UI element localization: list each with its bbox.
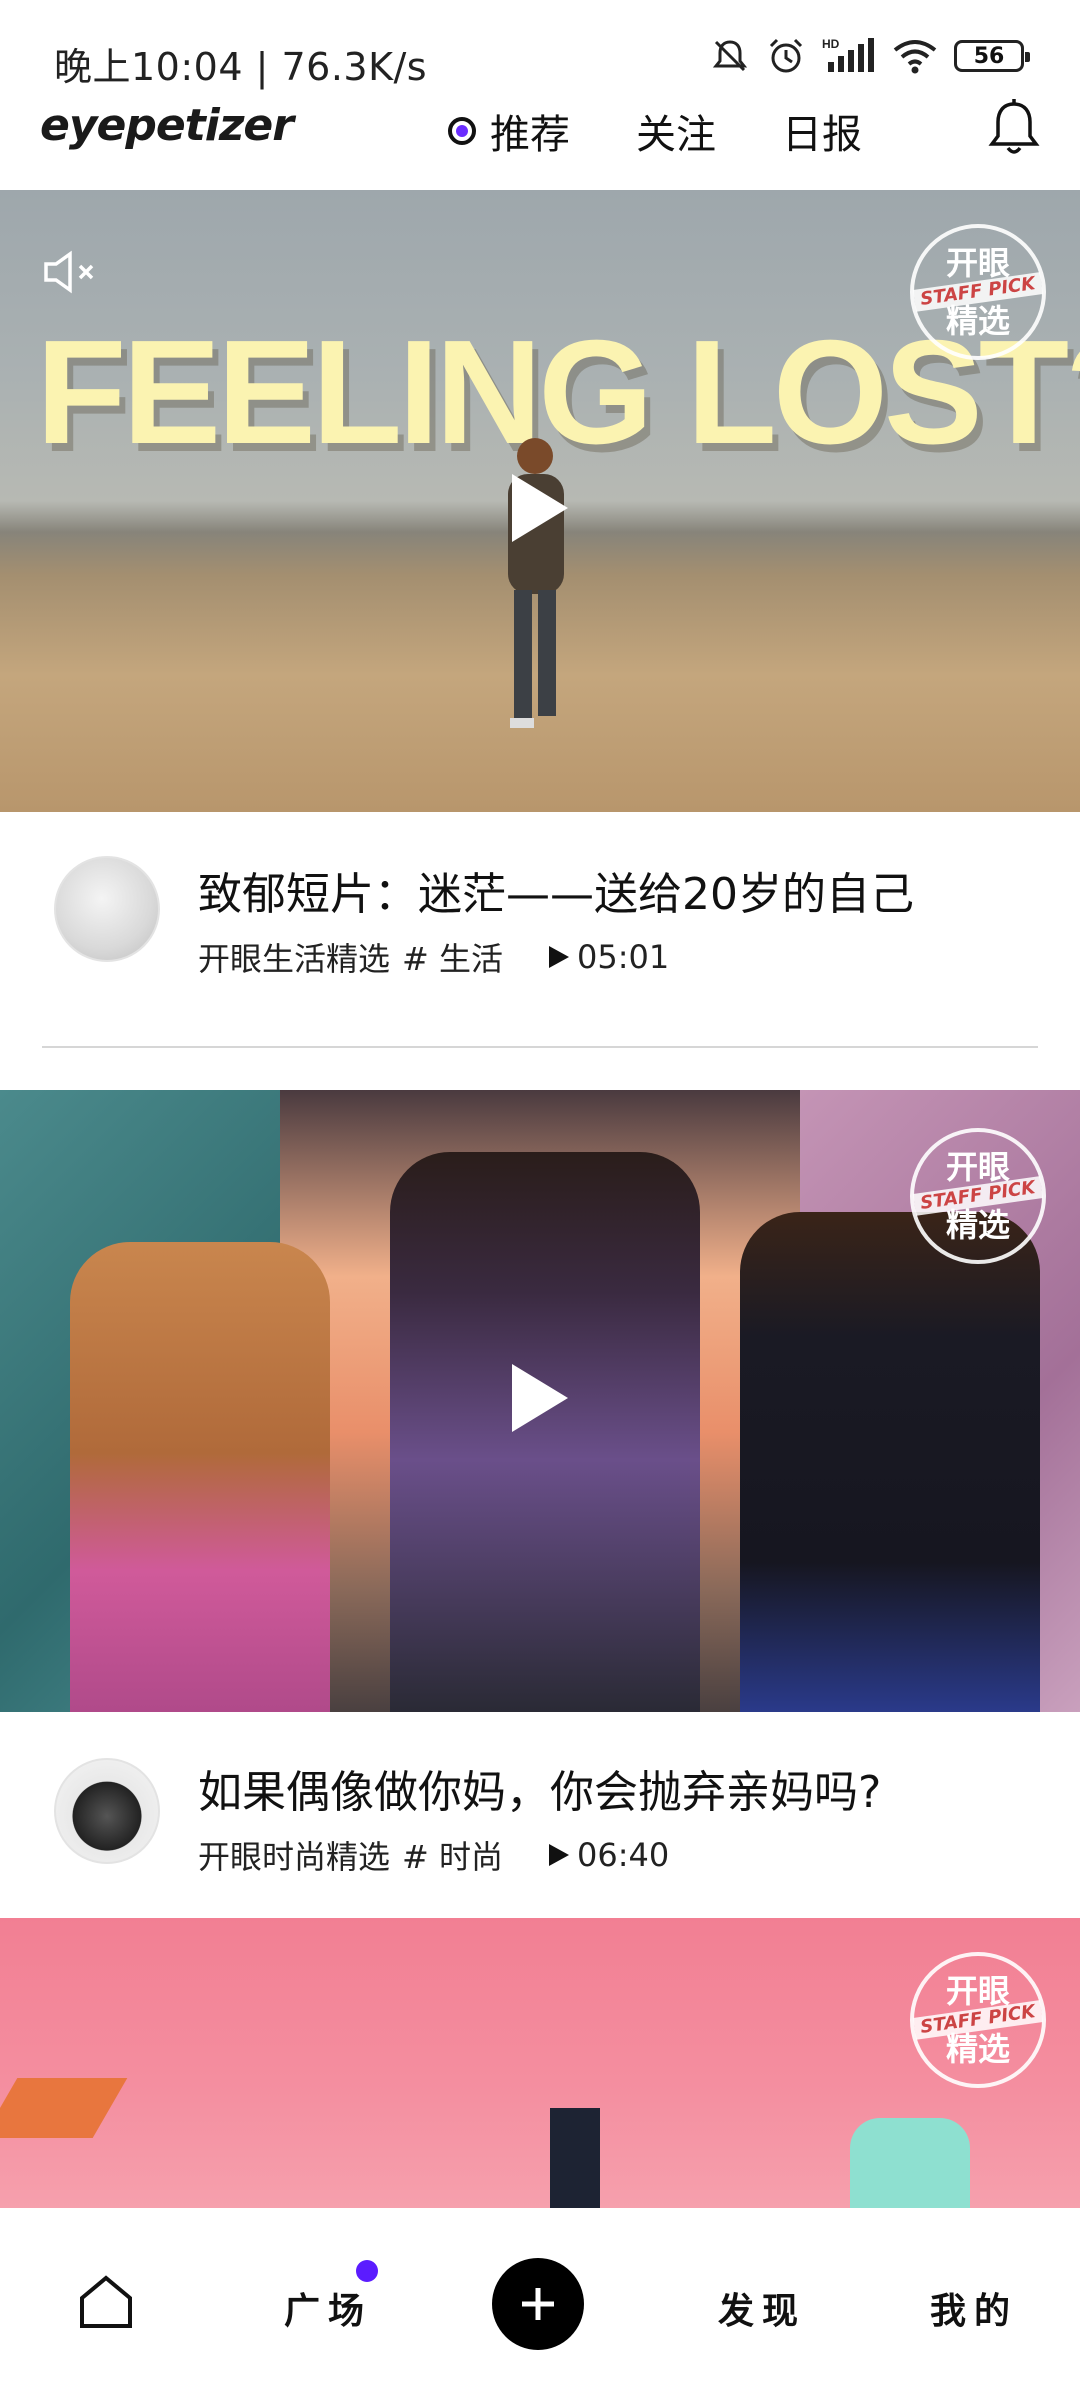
channel-avatar[interactable]	[54, 1758, 160, 1864]
category-tag[interactable]: # 生活	[402, 934, 503, 980]
battery-icon: 56	[954, 40, 1030, 72]
staff-pick-badge: 开眼 STAFF PICK 精选	[910, 224, 1046, 360]
battery-level: 56	[973, 43, 1005, 69]
tab-square[interactable]: 广场	[284, 2282, 372, 2334]
badge-line1: 开眼	[945, 1972, 1010, 2010]
channel-name[interactable]: 开眼生活精选	[198, 934, 390, 980]
status-bar: 晚上10:04 | 76.3K/s HD 56	[0, 0, 1080, 96]
video-meta: 开眼时尚精选 # 时尚 06:40	[198, 1832, 669, 1878]
bottom-tab-bar: 广场 发现 我的	[0, 2208, 1080, 2400]
plus-icon[interactable]	[492, 2258, 584, 2350]
staff-pick-badge: 开眼 STAFF PICK 精选	[910, 1128, 1046, 1264]
badge-line3: 精选	[945, 302, 1010, 340]
person-right-figure	[740, 1212, 1040, 1712]
status-icons: HD 56	[710, 36, 1030, 76]
channel-avatar[interactable]	[54, 856, 160, 962]
notification-dot	[356, 2260, 378, 2282]
badge-line1: 开眼	[945, 244, 1010, 282]
divider	[42, 1046, 1038, 1048]
decorative-shape	[850, 2118, 970, 2208]
tab-recommend[interactable]: 推荐	[448, 102, 570, 160]
active-tab-indicator-icon	[448, 117, 476, 145]
play-icon[interactable]	[508, 1360, 572, 1436]
badge-line1: 开眼	[945, 1148, 1010, 1186]
plus-glyph-icon	[522, 2288, 554, 2320]
play-small-icon	[549, 946, 570, 968]
category-tag[interactable]: # 时尚	[402, 1832, 503, 1878]
bell-icon[interactable]	[984, 96, 1044, 160]
decorative-shape	[550, 2108, 600, 2208]
play-small-icon	[549, 1844, 570, 1866]
wifi-icon	[893, 40, 937, 74]
duration-text: 06:40	[577, 1836, 670, 1874]
tab-daily-label: 日报	[782, 112, 862, 158]
badge-line3: 精选	[945, 2030, 1010, 2068]
app-logo: eyepetizer	[40, 100, 294, 151]
channel-name[interactable]: 开眼时尚精选	[198, 1832, 390, 1878]
tab-follow-label: 关注	[636, 112, 716, 158]
mute-icon[interactable]	[42, 250, 100, 294]
play-icon[interactable]	[508, 470, 572, 546]
video-card-1[interactable]: 致郁短片：迷茫——送给20岁的自己 开眼生活精选 # 生活 05:01	[0, 812, 1080, 1002]
staff-pick-badge: 开眼 STAFF PICK 精选	[910, 1952, 1046, 2088]
tab-follow[interactable]: 关注	[636, 102, 716, 160]
decorative-shape	[0, 2078, 128, 2138]
video-title[interactable]: 如果偶像做你妈，你会抛弃亲妈吗?	[198, 1756, 881, 1820]
status-time-speed: 晚上10:04 | 76.3K/s	[54, 45, 428, 89]
duration: 05:01	[549, 938, 669, 976]
video-title[interactable]: 致郁短片：迷茫——送给20岁的自己	[198, 858, 914, 922]
video-card-2[interactable]: 如果偶像做你妈，你会抛弃亲妈吗? 开眼时尚精选 # 时尚 06:40	[0, 1712, 1080, 1902]
mute-bell-icon	[712, 40, 748, 72]
video-thumbnail-2[interactable]: 开眼 STAFF PICK 精选	[0, 1090, 1080, 1712]
badge-line3: 精选	[945, 1206, 1010, 1244]
video-meta: 开眼生活精选 # 生活 05:01	[198, 934, 669, 980]
hd-signal-icon: HD	[822, 37, 874, 72]
duration-text: 05:01	[577, 938, 670, 976]
video-thumbnail-1[interactable]: FEELING LOST? 开眼 STAFF PICK 精选	[0, 190, 1080, 812]
duration: 06:40	[549, 1836, 669, 1874]
tab-recommend-label: 推荐	[490, 112, 570, 158]
video-thumbnail-3[interactable]: 开眼 STAFF PICK 精选	[0, 1918, 1080, 2208]
svg-text:HD: HD	[822, 37, 840, 51]
tab-daily[interactable]: 日报	[782, 102, 862, 160]
tab-discover[interactable]: 发现	[718, 2282, 806, 2334]
person-left-figure	[70, 1242, 330, 1712]
top-nav: eyepetizer 推荐 关注 日报	[0, 96, 1080, 190]
home-icon[interactable]	[76, 2272, 136, 2332]
alarm-icon	[769, 38, 803, 73]
tab-mine[interactable]: 我的	[930, 2282, 1018, 2334]
